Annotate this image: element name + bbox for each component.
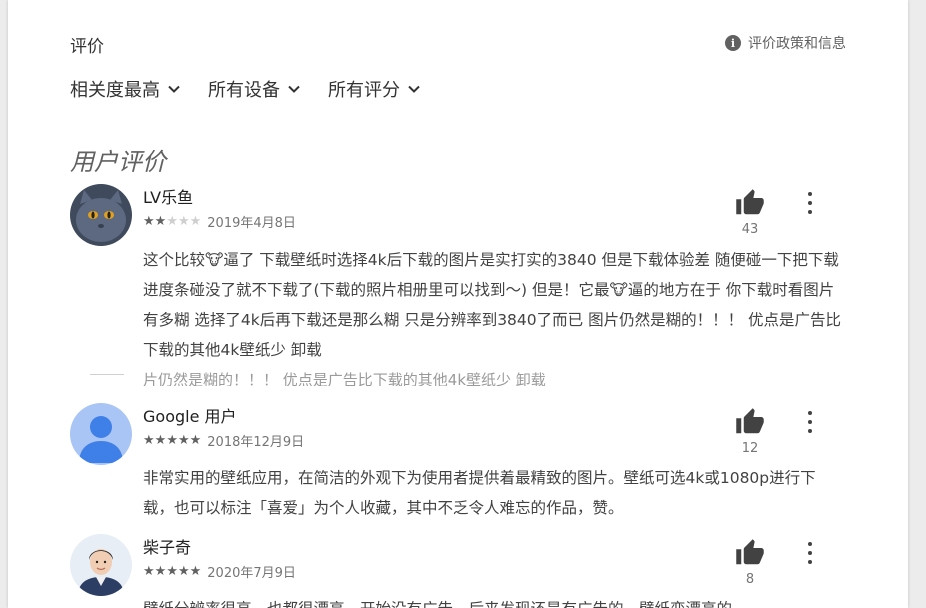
rating-dropdown[interactable]: 所有评分 xyxy=(328,76,422,102)
reviewer-name: LV乐鱼 xyxy=(143,188,194,207)
sort-dropdown[interactable]: 相关度最高 xyxy=(70,76,182,102)
reviews-card: 评价 i 评价政策和信息 相关度最高 所有设备 所有评分 用户评价 LV乐鱼 ★… xyxy=(8,0,908,608)
more-options-button[interactable] xyxy=(802,542,818,564)
more-options-button[interactable] xyxy=(802,192,818,214)
reviewer-name: Google 用户 xyxy=(143,407,237,426)
helpful-count: 8 xyxy=(745,572,755,587)
star-rating: ★★★★★ xyxy=(143,564,201,579)
device-dropdown-label: 所有设备 xyxy=(208,80,280,101)
review-date: 2019年4月8日 xyxy=(207,216,296,231)
cat-avatar xyxy=(70,184,132,246)
more-options-button[interactable] xyxy=(802,411,818,433)
review-policy-link[interactable]: i 评价政策和信息 xyxy=(725,33,846,53)
divider xyxy=(90,374,124,375)
filter-bar: 相关度最高 所有设备 所有评分 xyxy=(70,76,422,102)
person-avatar xyxy=(70,534,132,596)
review-date: 2018年12月9日 xyxy=(207,435,305,450)
star-empty-icon: ★ xyxy=(189,214,202,229)
star-filled-icon: ★ xyxy=(154,564,167,579)
star-filled-icon: ★ xyxy=(177,564,190,579)
review-meta: ★★★★★ 2019年4月8日 xyxy=(143,212,296,231)
reviewer-avatar xyxy=(70,403,132,465)
chevron-down-icon xyxy=(168,85,180,93)
reviewer-avatar xyxy=(70,534,132,596)
reviewer-avatar xyxy=(70,184,132,246)
helpful-count: 12 xyxy=(741,441,759,456)
star-filled-icon: ★ xyxy=(189,433,202,448)
star-empty-icon: ★ xyxy=(177,214,190,229)
thumbs-up-icon[interactable] xyxy=(734,407,766,437)
info-icon: i xyxy=(725,35,741,51)
reviews-heading: 评价 xyxy=(70,37,104,57)
review-policy-label: 评价政策和信息 xyxy=(748,36,846,52)
star-filled-icon: ★ xyxy=(177,433,190,448)
review-meta: ★★★★★ 2018年12月9日 xyxy=(143,431,304,450)
star-filled-icon: ★ xyxy=(166,564,178,579)
thumbs-up-icon[interactable] xyxy=(734,188,766,218)
chevron-down-icon xyxy=(288,85,300,93)
star-filled-icon: ★ xyxy=(189,564,202,579)
star-empty-icon: ★ xyxy=(166,214,178,229)
star-rating: ★★★★★ xyxy=(143,214,201,229)
chevron-down-icon xyxy=(408,85,420,93)
section-title: 用户评价 xyxy=(70,148,166,176)
review-meta: ★★★★★ 2020年7月9日 xyxy=(143,562,296,581)
default-user-avatar xyxy=(70,403,132,465)
device-dropdown[interactable]: 所有设备 xyxy=(208,76,302,102)
star-filled-icon: ★ xyxy=(154,214,167,229)
rating-dropdown-label: 所有评分 xyxy=(328,80,400,101)
review-text: 这个比较🐮逼了 下载壁纸时选择4k后下载的图片是实打实的3840 但是下载体验差… xyxy=(143,251,841,359)
star-rating: ★★★★★ xyxy=(143,433,201,448)
star-filled-icon: ★ xyxy=(166,433,178,448)
reviewer-name: 柴子奇 xyxy=(143,538,192,557)
sort-dropdown-label: 相关度最高 xyxy=(70,80,160,101)
star-filled-icon: ★ xyxy=(143,564,155,579)
review-text: 壁纸分辨率很高，也都很漂亮，开始没有广告，后来发现还是有广告的，壁纸变漂亮的 xyxy=(143,594,843,608)
star-filled-icon: ★ xyxy=(143,214,155,229)
clipped-text-fragment: 片仍然是糊的！！！ 优点是广告比下载的其他4k壁纸少 卸载 xyxy=(143,371,546,386)
star-filled-icon: ★ xyxy=(154,433,167,448)
star-filled-icon: ★ xyxy=(143,433,155,448)
helpful-count: 43 xyxy=(741,222,759,237)
review-text: 非常实用的壁纸应用，在简洁的外观下为使用者提供着最精致的图片。壁纸可选4k或10… xyxy=(143,469,816,517)
review-date: 2020年7月9日 xyxy=(207,566,296,581)
thumbs-up-icon[interactable] xyxy=(734,538,766,568)
